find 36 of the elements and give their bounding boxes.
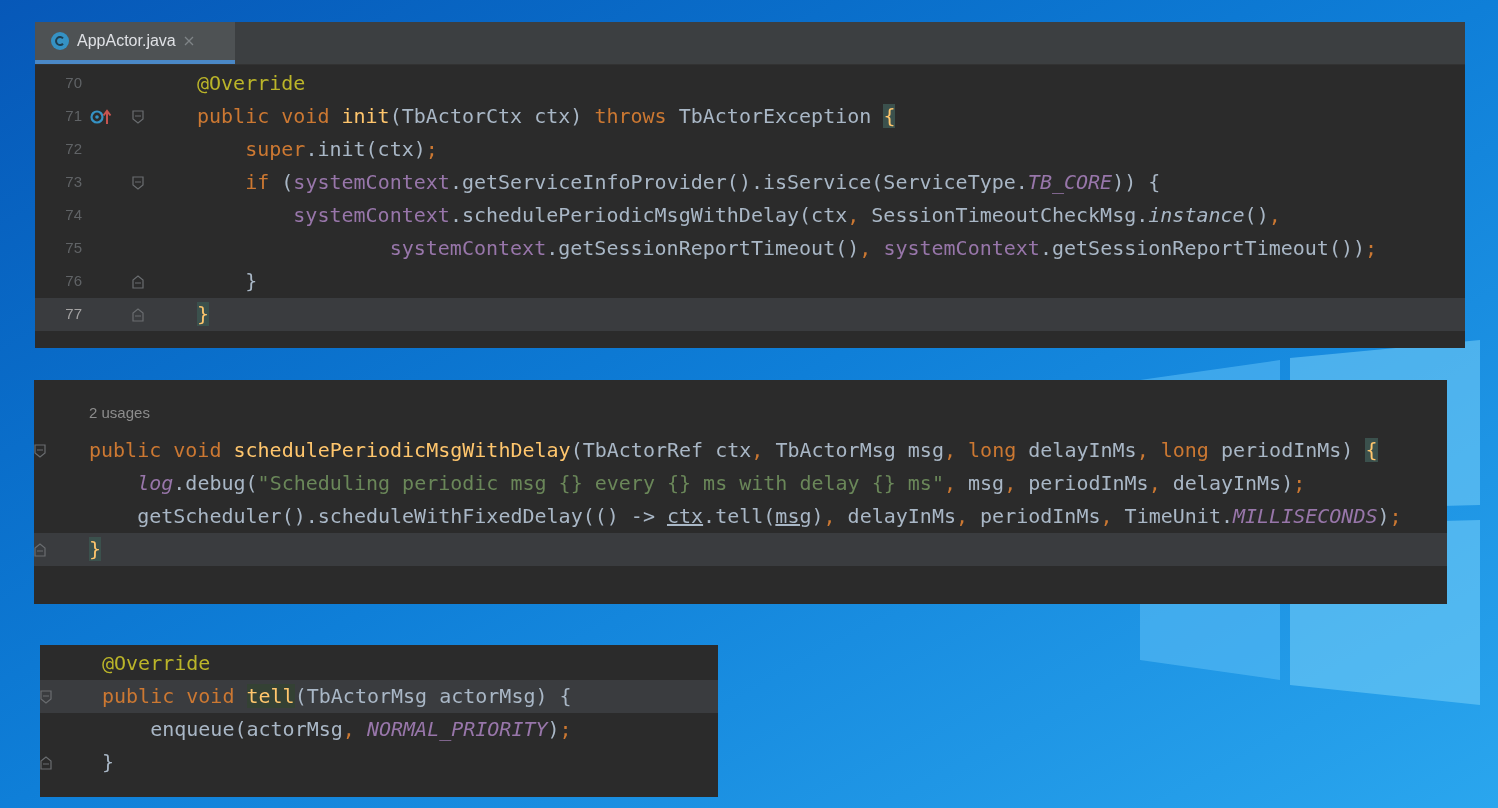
line-number: 72 xyxy=(65,139,82,160)
fold-open-icon[interactable] xyxy=(40,689,52,704)
fold-close-icon[interactable] xyxy=(34,542,46,557)
code-line: getScheduler().scheduleWithFixedDelay(() -> ctx.tell(msg), delayInMs, periodInMs, TimeUnit.MILLISECONDS); xyxy=(136,503,1402,530)
code-line: public void tell(TbActorMsg actorMsg) { xyxy=(102,683,572,710)
code-line: } xyxy=(102,749,115,776)
line-number: 73 xyxy=(65,172,82,193)
class-icon xyxy=(51,32,69,50)
code-line: } xyxy=(244,268,258,295)
code-line: @Override xyxy=(102,650,211,677)
code-line: systemContext.getSessionReportTimeout(), systemContext.getSessionReportTimeout()); xyxy=(388,235,1378,262)
line-number: 77 xyxy=(65,304,82,325)
code-line: public void schedulePeriodicMsgWithDelay(TbActorRef ctx, TbActorMsg msg, long delayInMs, long periodInMs) { xyxy=(89,437,1378,464)
tab-label: AppActor.java xyxy=(77,31,176,51)
line-number: 70 xyxy=(65,73,82,94)
code-line: enqueue(actorMsg, NORMAL_PRIORITY); xyxy=(149,716,572,743)
code-line: if (systemContext.getServiceInfoProvider().isService(ServiceType.TB_CORE)) { xyxy=(244,169,1161,196)
fold-close-icon[interactable] xyxy=(40,755,52,770)
line-number: 74 xyxy=(65,205,82,226)
close-icon[interactable] xyxy=(183,36,194,46)
code-line: systemContext.schedulePeriodicMsgWithDelay(ctx, SessionTimeoutCheckMsg.instance(), xyxy=(292,202,1281,229)
line-number: 76 xyxy=(65,271,82,292)
code-line: public void init(TbActorCtx ctx) throws TbActorException { xyxy=(197,103,896,130)
override-marker-icon[interactable] xyxy=(90,107,112,126)
fold-close-icon[interactable] xyxy=(132,274,144,289)
code-line: super.init(ctx); xyxy=(244,136,438,163)
fold-close-icon[interactable] xyxy=(132,307,144,322)
file-tab[interactable]: AppActor.java xyxy=(35,22,235,64)
usages-hint[interactable]: 2 usages xyxy=(89,404,150,421)
fold-open-icon[interactable] xyxy=(132,109,144,124)
code-line: log.debug("Scheduling periodic msg {} every {} ms with delay {} ms", msg, periodInMs, delayInMs); xyxy=(136,470,1306,497)
line-number: 75 xyxy=(65,238,82,259)
line-number: 71 xyxy=(65,106,82,127)
fold-open-icon[interactable] xyxy=(132,175,144,190)
code-line: @Override xyxy=(197,70,306,97)
fold-open-icon[interactable] xyxy=(34,443,46,458)
